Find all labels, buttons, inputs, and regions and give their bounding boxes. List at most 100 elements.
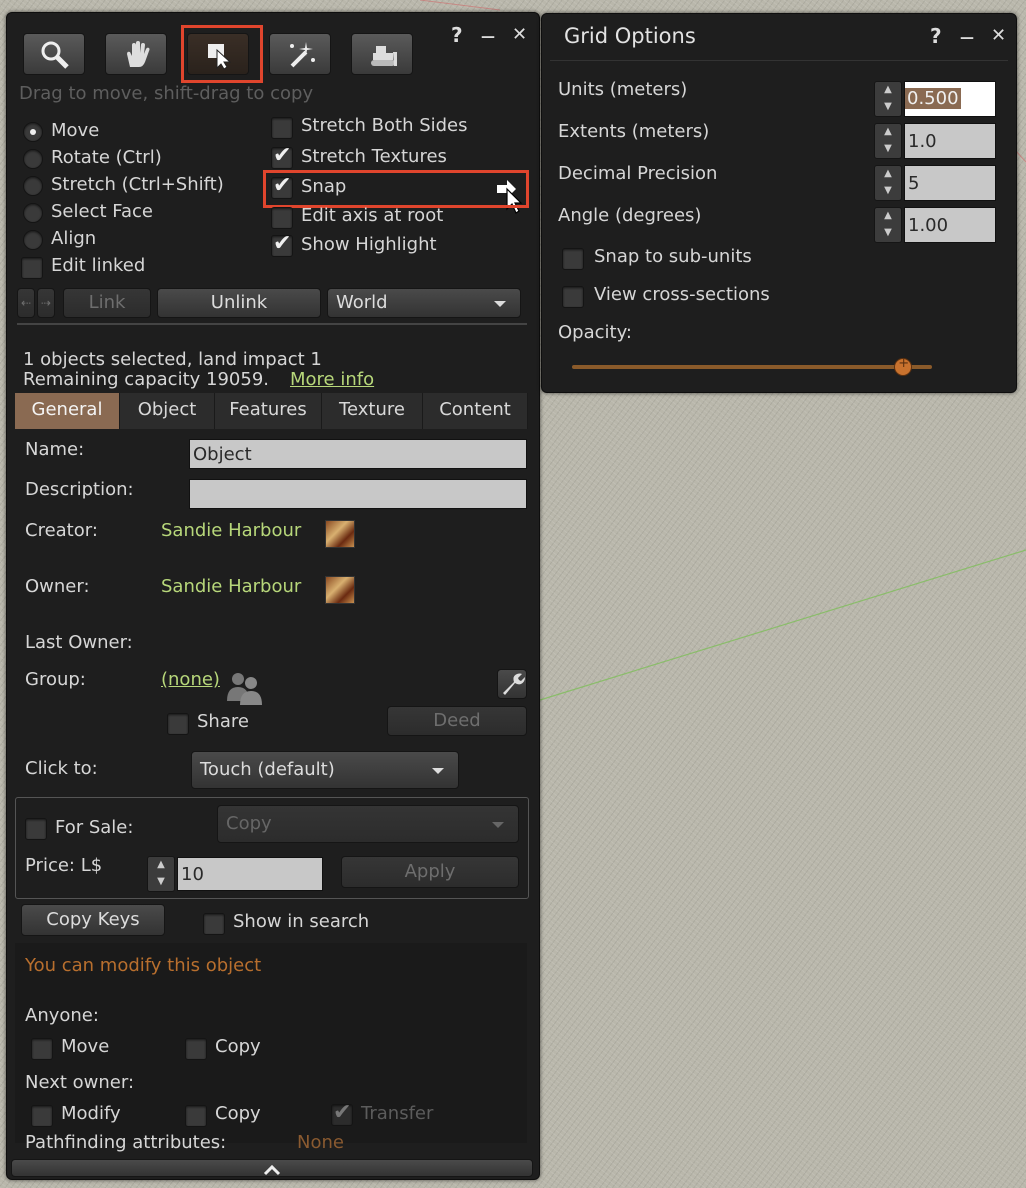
price-field[interactable]: [177, 857, 323, 891]
set-group-button[interactable]: [497, 669, 527, 699]
opacity-slider-track: [572, 365, 932, 369]
focus-tool-button[interactable]: [23, 33, 85, 75]
opacity-slider-knob[interactable]: +: [894, 356, 913, 376]
edit-linked-checkbox[interactable]: [21, 257, 43, 279]
create-tool-button[interactable]: [269, 33, 331, 75]
unlink-button[interactable]: Unlink: [157, 288, 321, 318]
angle-field[interactable]: [904, 207, 996, 243]
minimize-icon[interactable]: —: [481, 29, 495, 45]
click-action-dropdown[interactable]: Touch (default): [191, 751, 459, 789]
build-tools-panel: ? — ✕ Drag to move, shift-drag to copy M…: [6, 12, 540, 1180]
up-arrow-icon[interactable]: ▲: [148, 857, 174, 874]
next-link-button[interactable]: ⇢: [37, 288, 55, 318]
group-name-link[interactable]: (none): [161, 669, 220, 690]
down-arrow-icon[interactable]: ▼: [875, 183, 901, 200]
edit-linked-label: Edit linked: [51, 255, 146, 276]
group-icon: [227, 673, 262, 705]
close-icon[interactable]: ✕: [991, 25, 1006, 46]
reference-frame-dropdown[interactable]: World: [327, 288, 521, 318]
tab-content[interactable]: Content: [423, 393, 528, 429]
snap-highlight: [263, 170, 529, 208]
creator-avatar[interactable]: [325, 520, 355, 548]
anyone-copy-checkbox[interactable]: [185, 1038, 207, 1060]
chevron-down-icon: [492, 822, 504, 828]
cross-sections-label: View cross-sections: [594, 284, 770, 305]
capacity-text: Remaining capacity 19059.: [23, 369, 269, 390]
pathfinding-label: Pathfinding attributes:: [25, 1132, 227, 1153]
pathfinding-value: None: [297, 1132, 344, 1153]
creator-name-link[interactable]: Sandie Harbour: [161, 520, 301, 541]
select-face-radio[interactable]: [23, 203, 43, 223]
show-in-search-label: Show in search: [233, 911, 370, 932]
align-mode-radio[interactable]: [23, 230, 43, 250]
minimize-icon[interactable]: —: [960, 30, 974, 46]
for-sale-checkbox[interactable]: [25, 818, 47, 840]
stretch-textures-checkbox[interactable]: [271, 143, 293, 169]
down-arrow-icon[interactable]: ▼: [148, 874, 174, 891]
extents-stepper[interactable]: ▲ ▼: [874, 123, 902, 159]
stretch-both-checkbox[interactable]: [271, 117, 293, 139]
tab-general[interactable]: General: [15, 393, 120, 429]
sale-type-dropdown[interactable]: Copy: [217, 805, 519, 843]
link-button[interactable]: Link: [63, 288, 151, 318]
extents-label: Extents (meters): [558, 121, 710, 142]
grid-options-title: Grid Options: [564, 24, 696, 48]
stretch-both-label: Stretch Both Sides: [301, 115, 468, 136]
tool-hint: Drag to move, shift-drag to copy: [19, 83, 314, 104]
down-arrow-icon[interactable]: ▼: [875, 99, 901, 116]
up-arrow-icon[interactable]: ▲: [875, 82, 901, 99]
snap-sub-units-checkbox[interactable]: [562, 248, 584, 270]
extents-field[interactable]: [904, 123, 996, 159]
next-owner-label: Next owner:: [25, 1072, 135, 1093]
up-arrow-icon[interactable]: ▲: [875, 124, 901, 141]
share-checkbox[interactable]: [167, 713, 189, 735]
apply-button[interactable]: Apply: [341, 856, 519, 888]
bulldozer-icon: [371, 46, 397, 66]
tab-object[interactable]: Object: [120, 393, 215, 429]
next-copy-checkbox[interactable]: [185, 1105, 207, 1127]
units-stepper[interactable]: ▲ ▼: [874, 81, 902, 117]
rotate-mode-radio[interactable]: [23, 149, 43, 169]
land-tool-button[interactable]: [351, 33, 413, 75]
angle-stepper[interactable]: ▲ ▼: [874, 207, 902, 243]
help-icon[interactable]: ?: [930, 24, 942, 48]
units-field[interactable]: 0.500: [904, 81, 996, 117]
name-label: Name:: [25, 439, 85, 460]
selection-count-text: 1 objects selected, land impact 1: [23, 349, 322, 370]
down-arrow-icon[interactable]: ▼: [875, 225, 901, 242]
hand-icon: [127, 41, 150, 67]
name-field[interactable]: [189, 439, 527, 469]
next-transfer-checkbox[interactable]: [331, 1100, 353, 1126]
tab-texture[interactable]: Texture: [322, 393, 423, 429]
opacity-slider[interactable]: +: [572, 356, 932, 376]
stretch-mode-radio[interactable]: [23, 176, 43, 196]
show-highlight-checkbox[interactable]: [271, 231, 293, 257]
up-arrow-icon[interactable]: ▲: [875, 166, 901, 183]
chevron-down-icon: [494, 301, 506, 307]
owner-name-link[interactable]: Sandie Harbour: [161, 576, 301, 597]
prev-link-button[interactable]: ⇠: [17, 288, 35, 318]
chevron-down-icon: [432, 768, 444, 774]
anyone-move-checkbox[interactable]: [31, 1038, 53, 1060]
move-mode-radio[interactable]: [23, 122, 43, 142]
move-tool-button[interactable]: [105, 33, 167, 75]
more-info-link[interactable]: More info: [290, 369, 374, 390]
price-stepper[interactable]: ▲ ▼: [147, 856, 175, 892]
precision-field[interactable]: [904, 165, 996, 201]
close-icon[interactable]: ✕: [512, 24, 527, 45]
description-field[interactable]: [189, 479, 527, 509]
owner-avatar[interactable]: [325, 576, 355, 604]
anyone-move-label: Move: [61, 1036, 110, 1057]
precision-stepper[interactable]: ▲ ▼: [874, 165, 902, 201]
copy-keys-button[interactable]: Copy Keys: [21, 904, 165, 936]
collapse-panel-button[interactable]: [11, 1159, 533, 1177]
cross-sections-checkbox[interactable]: [562, 286, 584, 308]
deed-button[interactable]: Deed: [387, 706, 527, 736]
show-in-search-checkbox[interactable]: [203, 913, 225, 935]
help-icon[interactable]: ?: [451, 23, 463, 47]
tab-features[interactable]: Features: [215, 393, 322, 429]
up-arrow-icon[interactable]: ▲: [875, 208, 901, 225]
edit-axis-checkbox[interactable]: [271, 207, 293, 229]
next-modify-checkbox[interactable]: [31, 1105, 53, 1127]
down-arrow-icon[interactable]: ▼: [875, 141, 901, 158]
